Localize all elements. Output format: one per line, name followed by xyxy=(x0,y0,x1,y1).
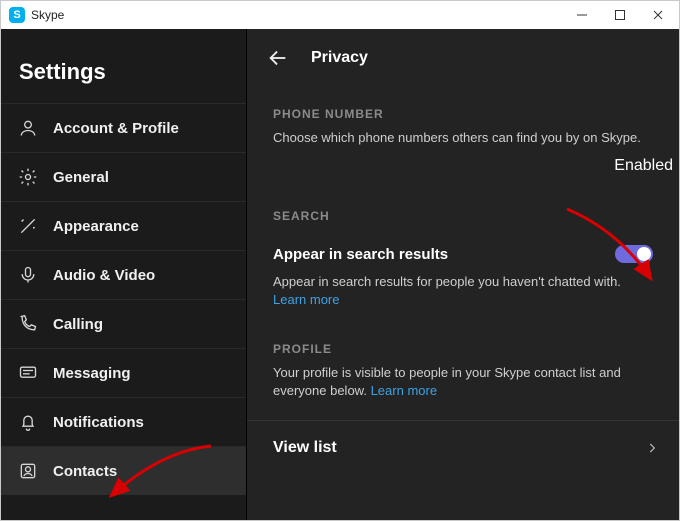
search-label: SEARCH xyxy=(273,209,653,223)
main-header: Privacy xyxy=(247,29,679,81)
toggle-knob xyxy=(637,247,651,261)
sidebar-item-calling[interactable]: Calling xyxy=(1,299,246,348)
sidebar-item-appearance[interactable]: Appearance xyxy=(1,201,246,250)
settings-header: Settings xyxy=(19,59,246,85)
account-icon xyxy=(17,117,39,139)
profile-section: PROFILE Your profile is visible to peopl… xyxy=(247,316,679,406)
bell-icon xyxy=(17,411,39,433)
settings-sidebar: Settings Account & Profile General Appea… xyxy=(1,29,247,520)
sidebar-item-notifications[interactable]: Notifications xyxy=(1,397,246,446)
window-title: Skype xyxy=(31,8,64,22)
sidebar-item-account-profile[interactable]: Account & Profile xyxy=(1,103,246,152)
maximize-button[interactable] xyxy=(601,1,639,29)
sidebar-item-general[interactable]: General xyxy=(1,152,246,201)
sidebar-item-label: Calling xyxy=(53,316,103,333)
profile-description: Your profile is visible to people in you… xyxy=(273,364,653,400)
sidebar-item-label: Account & Profile xyxy=(53,120,179,137)
window-controls xyxy=(563,1,677,29)
minimize-button[interactable] xyxy=(563,1,601,29)
view-list-row[interactable]: View list xyxy=(247,420,679,475)
search-description: Appear in search results for people you … xyxy=(273,273,653,309)
search-learn-more-link[interactable]: Learn more xyxy=(273,292,339,307)
sidebar-item-label: Messaging xyxy=(53,365,131,382)
appear-in-search-toggle[interactable] xyxy=(615,245,653,263)
phone-number-description: Choose which phone numbers others can fi… xyxy=(273,129,653,147)
wand-icon xyxy=(17,215,39,237)
chevron-right-icon xyxy=(645,441,659,455)
contacts-icon xyxy=(17,460,39,482)
sidebar-item-audio-video[interactable]: Audio & Video xyxy=(1,250,246,299)
phone-number-status[interactable]: Enabled xyxy=(247,153,679,189)
page-title: Privacy xyxy=(311,49,368,67)
sidebar-item-label: General xyxy=(53,169,109,186)
main-panel: Privacy PHONE NUMBER Choose which phone … xyxy=(247,29,679,520)
sidebar-item-label: Appearance xyxy=(53,218,139,235)
appear-in-search-title: Appear in search results xyxy=(273,246,448,263)
phone-number-label: PHONE NUMBER xyxy=(273,107,653,121)
sidebar-item-label: Audio & Video xyxy=(53,267,155,284)
titlebar-left: S Skype xyxy=(9,7,64,23)
profile-description-text: Your profile is visible to people in you… xyxy=(273,365,621,398)
sidebar-item-label: Notifications xyxy=(53,414,144,431)
profile-learn-more-link[interactable]: Learn more xyxy=(371,383,437,398)
gear-icon xyxy=(17,166,39,188)
search-description-text: Appear in search results for people you … xyxy=(273,274,621,289)
sidebar-item-messaging[interactable]: Messaging xyxy=(1,348,246,397)
view-list-label: View list xyxy=(273,439,337,457)
phone-number-section: PHONE NUMBER Choose which phone numbers … xyxy=(247,81,679,153)
search-section: SEARCH Appear in search results Appear i… xyxy=(247,189,679,315)
microphone-icon xyxy=(17,264,39,286)
phone-icon xyxy=(17,313,39,335)
message-icon xyxy=(17,362,39,384)
window-titlebar: S Skype xyxy=(1,1,679,29)
close-button[interactable] xyxy=(639,1,677,29)
sidebar-item-label: Contacts xyxy=(53,463,117,480)
skype-logo-icon: S xyxy=(9,7,25,23)
back-button[interactable] xyxy=(265,45,291,71)
profile-label: PROFILE xyxy=(273,342,653,356)
sidebar-item-contacts[interactable]: Contacts xyxy=(1,446,246,495)
